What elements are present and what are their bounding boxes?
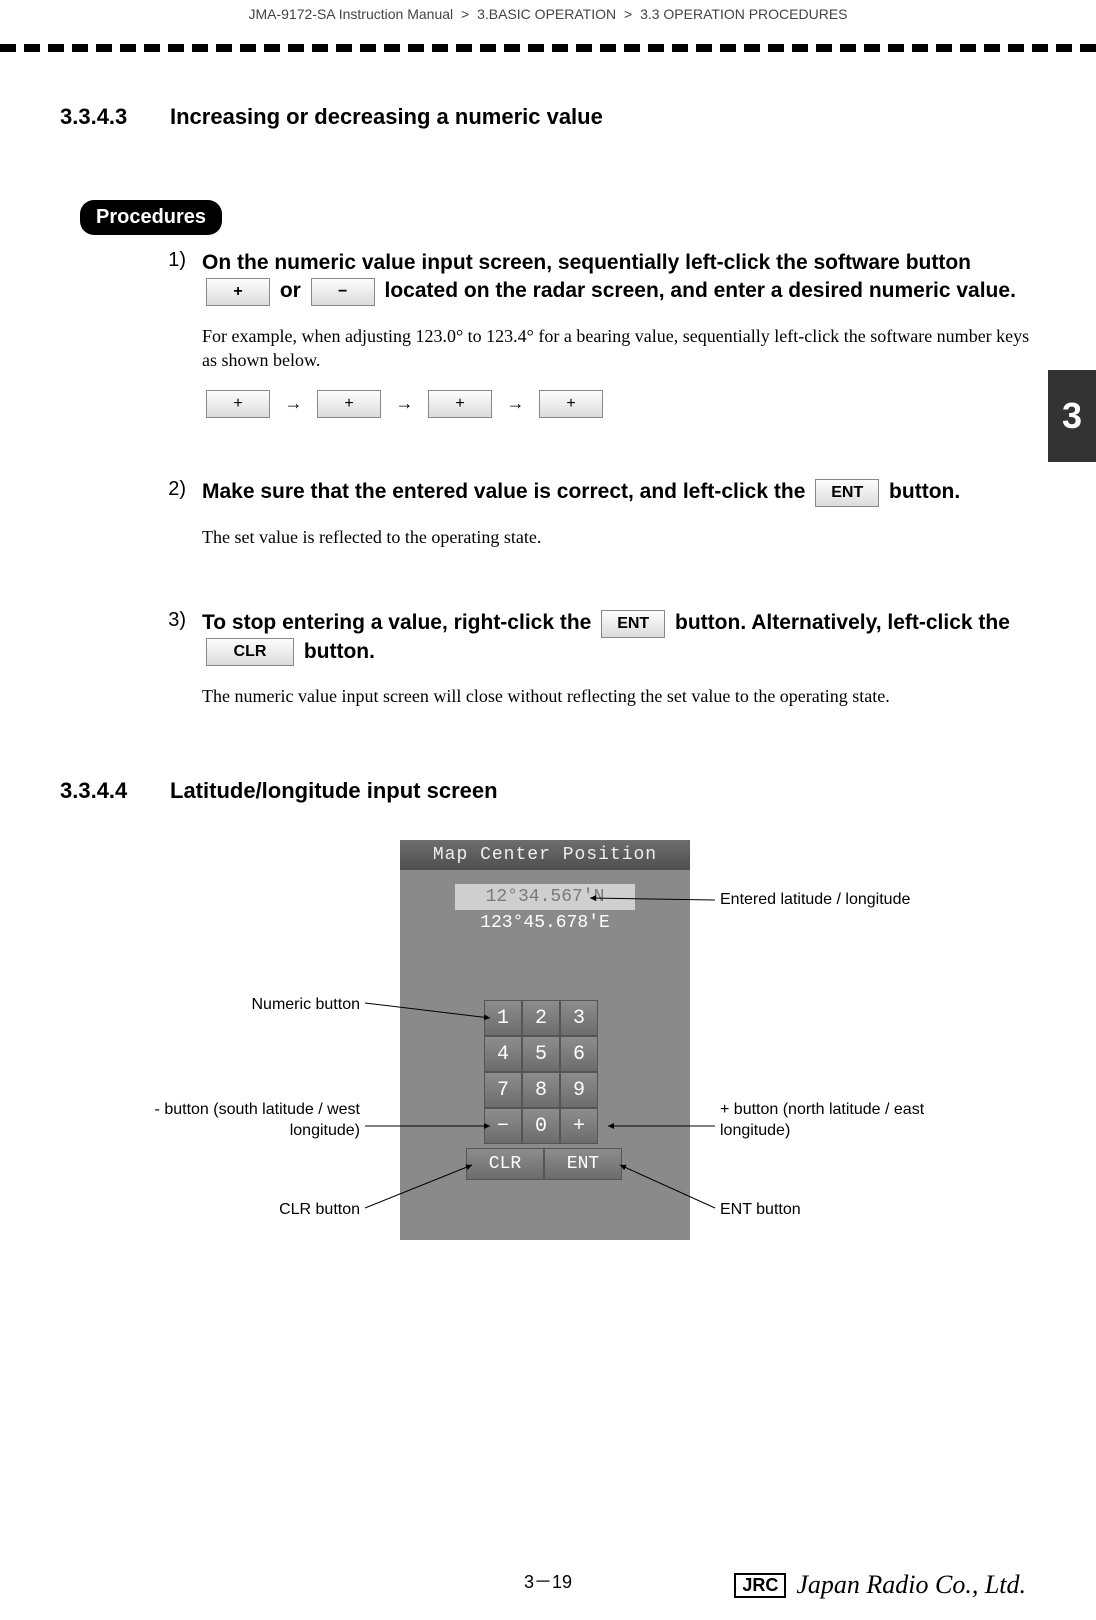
step-number: 3) bbox=[130, 609, 202, 708]
key-0[interactable]: 0 bbox=[522, 1108, 560, 1144]
callout-plus-button: + button (north latitude / east longitud… bbox=[720, 1100, 960, 1142]
callout-ent-button: ENT button bbox=[720, 1200, 880, 1221]
step1-para: For example, when adjusting 123.0° to 12… bbox=[202, 324, 1036, 373]
plus-button[interactable]: + bbox=[539, 390, 603, 418]
key-3[interactable]: 3 bbox=[560, 1000, 598, 1036]
key-5[interactable]: 5 bbox=[522, 1036, 560, 1072]
ent-button[interactable]: ENT bbox=[815, 479, 879, 507]
clr-button[interactable]: CLR bbox=[206, 638, 294, 666]
key-minus[interactable]: − bbox=[484, 1108, 522, 1144]
key-2[interactable]: 2 bbox=[522, 1000, 560, 1036]
lat-lon-figure: Map Center Position 12°34.567'N 123°45.6… bbox=[60, 840, 1036, 1320]
step3-para: The numeric value input screen will clos… bbox=[202, 684, 1036, 708]
arrow-icon: → bbox=[285, 393, 303, 413]
step2-para: The set value is reflected to the operat… bbox=[202, 525, 1036, 549]
section-title: Increasing or decreasing a numeric value bbox=[170, 104, 1036, 130]
key-7[interactable]: 7 bbox=[484, 1072, 522, 1108]
plus-button[interactable]: + bbox=[206, 390, 270, 418]
key-1[interactable]: 1 bbox=[484, 1000, 522, 1036]
key-4[interactable]: 4 bbox=[484, 1036, 522, 1072]
longitude-value[interactable]: 123°45.678'E bbox=[455, 910, 635, 936]
step3-lead: To stop entering a value, right-click th… bbox=[202, 609, 1036, 666]
step1-lead: On the numeric value input screen, seque… bbox=[202, 249, 1036, 306]
minus-button[interactable]: − bbox=[311, 278, 375, 306]
callout-entered-latlon: Entered latitude / longitude bbox=[720, 890, 920, 911]
key-9[interactable]: 9 bbox=[560, 1072, 598, 1108]
keypad-ent-button[interactable]: ENT bbox=[544, 1148, 622, 1180]
section-heading-3344: 3.3.4.4 Latitude/longitude input screen bbox=[60, 778, 1036, 804]
breadcrumb-c: 3.3 OPERATION PROCEDURES bbox=[640, 6, 847, 22]
procedures-label: Procedures bbox=[80, 200, 222, 235]
plus-button[interactable]: + bbox=[428, 390, 492, 418]
dashed-divider bbox=[0, 34, 1096, 62]
breadcrumb-sep: > bbox=[624, 6, 632, 22]
section-number: 3.3.4.4 bbox=[60, 778, 170, 804]
keypad-clr-button[interactable]: CLR bbox=[466, 1148, 544, 1180]
plus-button[interactable]: + bbox=[317, 390, 381, 418]
breadcrumb-b: 3.BASIC OPERATION bbox=[477, 6, 616, 22]
step1-sequence: + → + → + → + bbox=[202, 390, 1036, 418]
panel-title: Map Center Position bbox=[400, 840, 690, 870]
step2-lead: Make sure that the entered value is corr… bbox=[202, 478, 1036, 506]
callout-clr-button: CLR button bbox=[240, 1200, 360, 1221]
key-plus[interactable]: + bbox=[560, 1108, 598, 1144]
lat-lon-input-panel: Map Center Position 12°34.567'N 123°45.6… bbox=[400, 840, 690, 1240]
step-number: 2) bbox=[130, 478, 202, 549]
step-number: 1) bbox=[130, 249, 202, 418]
arrow-icon: → bbox=[507, 393, 525, 413]
numeric-keypad: 1 2 3 4 5 6 7 8 9 − 0 + bbox=[484, 1000, 606, 1144]
breadcrumb-a: JMA-9172-SA Instruction Manual bbox=[248, 6, 453, 22]
breadcrumb: JMA-9172-SA Instruction Manual > 3.BASIC… bbox=[60, 0, 1036, 22]
callout-minus-button: - button (south latitude / west longitud… bbox=[120, 1100, 360, 1142]
latitude-value[interactable]: 12°34.567'N bbox=[455, 884, 635, 910]
section-heading-3343: 3.3.4.3 Increasing or decreasing a numer… bbox=[60, 104, 1036, 130]
callout-numeric-button: Numeric button bbox=[190, 995, 360, 1016]
jrc-logo: JRC Japan Radio Co., Ltd. bbox=[734, 1570, 1026, 1600]
chapter-tab: 3 bbox=[1048, 370, 1096, 462]
plus-button[interactable]: + bbox=[206, 278, 270, 306]
breadcrumb-sep: > bbox=[461, 6, 469, 22]
lat-lon-display: 12°34.567'N 123°45.678'E bbox=[455, 884, 635, 936]
arrow-icon: → bbox=[396, 393, 414, 413]
section-title: Latitude/longitude input screen bbox=[170, 778, 1036, 804]
jrc-box: JRC bbox=[734, 1573, 786, 1598]
ent-button[interactable]: ENT bbox=[601, 610, 665, 638]
key-8[interactable]: 8 bbox=[522, 1072, 560, 1108]
jrc-script: Japan Radio Co., Ltd. bbox=[796, 1570, 1026, 1600]
key-6[interactable]: 6 bbox=[560, 1036, 598, 1072]
section-number: 3.3.4.3 bbox=[60, 104, 170, 130]
